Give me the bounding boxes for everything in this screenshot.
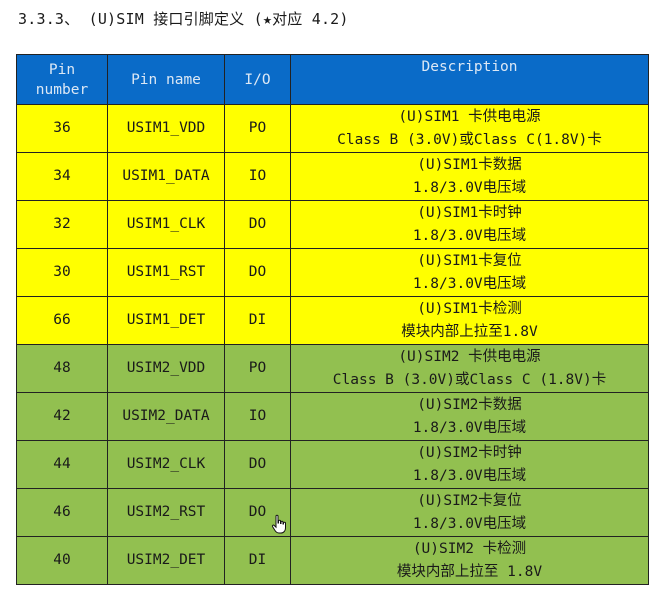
pin-name-cell: USIM2_DATA	[107, 392, 225, 441]
description-line2: Class B (3.0V)或Class C (1.8V)卡	[332, 371, 607, 388]
header-pin-number-line2: number	[35, 81, 89, 98]
table-row: 48 USIM2_VDD PO (U)SIM2 卡供电电源 Class B (3.0V)…	[16, 344, 649, 393]
description-cell: (U)SIM2卡复位 1.8/3.0V电压域	[290, 488, 649, 537]
description-line2: 模块内部上拉至1.8V	[401, 323, 538, 340]
io-cell: DO	[224, 200, 291, 249]
description-cell: (U)SIM1卡数据 1.8/3.0V电压域	[290, 152, 649, 201]
io-cell: DI	[224, 536, 291, 585]
io-cell: PO	[224, 104, 291, 153]
pin-number-cell: 44	[16, 440, 108, 489]
pin-name-cell: USIM1_DET	[107, 296, 225, 345]
section-heading: 3.3.3、 (U)SIM 接口引脚定义 (★对应 4.2)	[18, 10, 349, 28]
pin-name-cell: USIM2_DET	[107, 536, 225, 585]
pin-definition-table: Pin number Pin name I/O Description 36 US…	[16, 54, 649, 585]
table-row: 46 USIM2_RST DO (U)SIM2卡复位 1.8/3.0V电压域	[16, 488, 649, 537]
description-line1: (U)SIM2卡复位	[417, 492, 522, 509]
description-cell: (U)SIM2 卡供电电源 Class B (3.0V)或Class C (1.8…	[290, 344, 649, 393]
description-line2: 1.8/3.0V电压域	[412, 179, 527, 196]
header-description: Description	[290, 54, 649, 105]
table-header-row: Pin number Pin name I/O Description	[16, 54, 649, 105]
description-cell: (U)SIM1卡复位 1.8/3.0V电压域	[290, 248, 649, 297]
pin-number-cell: 40	[16, 536, 108, 585]
pin-number-cell: 30	[16, 248, 108, 297]
table-row: 40 USIM2_DET DI (U)SIM2 卡检测 模块内部上拉至 1.8V	[16, 536, 649, 585]
description-line1: (U)SIM2卡数据	[417, 396, 522, 413]
description-line2: 1.8/3.0V电压域	[412, 275, 527, 292]
description-line1: (U)SIM1卡时钟	[417, 204, 522, 221]
header-pin-name: Pin name	[107, 54, 225, 105]
table-row: 42 USIM2_DATA IO (U)SIM2卡数据 1.8/3.0V电压域	[16, 392, 649, 441]
io-cell: IO	[224, 152, 291, 201]
table-row: 32 USIM1_CLK DO (U)SIM1卡时钟 1.8/3.0V电压域	[16, 200, 649, 249]
description-line2: 1.8/3.0V电压域	[412, 467, 527, 484]
pin-number-cell: 46	[16, 488, 108, 537]
description-cell: (U)SIM2 卡检测 模块内部上拉至 1.8V	[290, 536, 649, 585]
pin-name-cell: USIM2_RST	[107, 488, 225, 537]
io-cell: PO	[224, 344, 291, 393]
pin-number-cell: 32	[16, 200, 108, 249]
description-line1: (U)SIM1卡检测	[417, 300, 522, 317]
description-cell: (U)SIM1卡检测 模块内部上拉至1.8V	[290, 296, 649, 345]
io-cell: DO	[224, 440, 291, 489]
table-row: 44 USIM2_CLK DO (U)SIM2卡时钟 1.8/3.0V电压域	[16, 440, 649, 489]
description-line1: (U)SIM1卡数据	[417, 156, 522, 173]
io-cell: DI	[224, 296, 291, 345]
io-cell: IO	[224, 392, 291, 441]
pin-name-cell: USIM2_VDD	[107, 344, 225, 393]
description-cell: (U)SIM1 卡供电电源 Class B (3.0V)或Class C(1.8V…	[290, 104, 649, 153]
pin-number-cell: 48	[16, 344, 108, 393]
description-cell: (U)SIM2卡数据 1.8/3.0V电压域	[290, 392, 649, 441]
hand-pointer-icon	[271, 514, 286, 534]
pin-number-cell: 66	[16, 296, 108, 345]
description-line1: (U)SIM1卡复位	[417, 252, 522, 269]
description-cell: (U)SIM2卡时钟 1.8/3.0V电压域	[290, 440, 649, 489]
pin-name-cell: USIM2_CLK	[107, 440, 225, 489]
pin-number-cell: 42	[16, 392, 108, 441]
description-line2: 模块内部上拉至 1.8V	[396, 563, 543, 580]
pin-name-cell: USIM1_VDD	[107, 104, 225, 153]
description-line2: Class B (3.0V)或Class C(1.8V)卡	[337, 131, 602, 148]
table-row: 36 USIM1_VDD PO (U)SIM1 卡供电电源 Class B (3.0V)…	[16, 104, 649, 153]
pin-name-cell: USIM1_DATA	[107, 152, 225, 201]
header-io: I/O	[224, 54, 291, 105]
pin-name-cell: USIM1_CLK	[107, 200, 225, 249]
table-row: 66 USIM1_DET DI (U)SIM1卡检测 模块内部上拉至1.8V	[16, 296, 649, 345]
description-line1: (U)SIM1 卡供电电源	[398, 108, 541, 125]
description-line1: (U)SIM2 卡供电电源	[398, 348, 541, 365]
description-line2: 1.8/3.0V电压域	[412, 227, 527, 244]
header-pin-number: Pin number	[16, 54, 108, 105]
table-row: 30 USIM1_RST DO (U)SIM1卡复位 1.8/3.0V电压域	[16, 248, 649, 297]
description-cell: (U)SIM1卡时钟 1.8/3.0V电压域	[290, 200, 649, 249]
description-line1: (U)SIM2卡时钟	[417, 444, 522, 461]
description-line2: 1.8/3.0V电压域	[412, 419, 527, 436]
io-cell: DO	[224, 248, 291, 297]
description-line1: (U)SIM2 卡检测	[412, 540, 527, 557]
description-line2: 1.8/3.0V电压域	[412, 515, 527, 532]
pin-number-cell: 34	[16, 152, 108, 201]
header-pin-number-line1: Pin	[48, 61, 76, 78]
table-row: 34 USIM1_DATA IO (U)SIM1卡数据 1.8/3.0V电压域	[16, 152, 649, 201]
pin-number-cell: 36	[16, 104, 108, 153]
pin-name-cell: USIM1_RST	[107, 248, 225, 297]
